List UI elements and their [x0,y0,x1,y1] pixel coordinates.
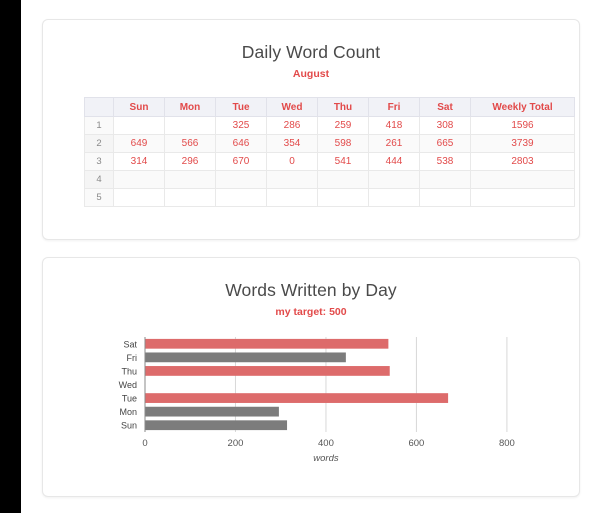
cell-sat[interactable] [419,170,471,189]
table-row[interactable]: 3 314 296 670 0 541 444 538 2803 [84,152,575,171]
bar-thu[interactable] [145,366,390,376]
cell-sat[interactable] [419,188,471,207]
cell-weekly-total[interactable]: 3739 [470,134,575,153]
table-row[interactable]: 1 325 286 259 418 308 1596 [84,116,575,135]
table-row[interactable]: 4 [84,170,575,189]
page-background: Daily Word Count August Sun Mon Tue Wed … [21,0,600,513]
cell-wed[interactable]: 354 [266,134,318,153]
y-tick-label-tue: Tue [122,394,137,404]
y-tick-label-sun: Sun [121,421,137,431]
cell-fri[interactable]: 444 [368,152,420,171]
cell-wed[interactable]: 286 [266,116,318,135]
x-axis-label: words [313,453,339,464]
y-tick-label-mon: Mon [119,407,137,417]
cell-tue[interactable] [215,170,267,189]
cell-sun[interactable] [113,116,165,135]
x-tick-label: 800 [499,438,515,449]
column-header-sat[interactable]: Sat [419,97,471,117]
y-tick-label-wed: Wed [119,380,137,390]
column-header-sun[interactable]: Sun [113,97,165,117]
cell-tue[interactable]: 325 [215,116,267,135]
column-header-mon[interactable]: Mon [164,97,216,117]
column-header-fri[interactable]: Fri [368,97,420,117]
cell-weekly-total[interactable] [470,170,575,189]
cell-tue[interactable] [215,188,267,207]
bar-mon[interactable] [145,406,279,417]
daily-word-count-card: Daily Word Count August Sun Mon Tue Wed … [42,19,580,240]
y-tick-label-sat: Sat [123,339,137,349]
cell-fri[interactable] [368,188,420,207]
column-header-thu[interactable]: Thu [317,97,369,117]
cell-sun[interactable] [113,170,165,189]
cell-thu[interactable] [317,170,369,189]
bar-tue[interactable] [145,393,449,403]
table-body: 1 325 286 259 418 308 1596 2 649 566 646… [84,116,575,207]
column-header-weekly-total[interactable]: Weekly Total [470,97,575,117]
cell-mon[interactable]: 566 [164,134,216,153]
cell-weekly-total[interactable] [470,188,575,207]
x-tick-label: 200 [228,438,244,449]
column-header-rownum[interactable] [84,97,114,117]
x-tick-label: 600 [408,438,424,449]
words-written-by-day-card: Words Written by Day my target: 500 Sat F… [42,257,580,497]
cell-sat[interactable]: 538 [419,152,471,171]
row-number: 1 [84,116,114,135]
cell-fri[interactable]: 418 [368,116,420,135]
column-header-tue[interactable]: Tue [215,97,267,117]
chart-card-subtitle: my target: 500 [275,306,347,318]
cell-tue[interactable]: 646 [215,134,267,153]
row-number: 4 [84,170,114,189]
left-gutter [0,0,21,513]
word-count-table-wrapper: Sun Mon Tue Wed Thu Fri Sat Weekly Total… [84,97,575,207]
table-card-title: Daily Word Count [241,42,381,62]
cell-fri[interactable] [368,170,420,189]
table-card-subtitle: August [292,68,330,80]
cell-weekly-total[interactable]: 1596 [470,116,575,135]
cell-mon[interactable] [164,116,216,135]
table-row[interactable]: 2 649 566 646 354 598 261 665 3739 [84,134,575,153]
cell-thu[interactable] [317,188,369,207]
cell-thu[interactable]: 598 [317,134,369,153]
y-tick-label-fri: Fri [127,353,138,363]
cell-wed[interactable]: 0 [266,152,318,171]
cell-tue[interactable]: 670 [215,152,267,171]
cell-weekly-total[interactable]: 2803 [470,152,575,171]
bar-sat[interactable] [145,338,389,349]
cell-mon[interactable]: 296 [164,152,216,171]
chart-card-title: Words Written by Day [225,280,397,300]
table-header-row: Sun Mon Tue Wed Thu Fri Sat Weekly Total [84,97,575,117]
cell-sun[interactable] [113,188,165,207]
cell-wed[interactable] [266,170,318,189]
row-number: 3 [84,152,114,171]
x-tick-label: 400 [318,438,334,449]
table-row[interactable]: 5 [84,188,575,207]
bar-chart-svg: Sat Fri Thu Wed Tue Mon Sun 0 200 400 600 800 words [119,337,515,464]
cell-sat[interactable]: 308 [419,116,471,135]
table-header: Sun Mon Tue Wed Thu Fri Sat Weekly Total [84,97,575,117]
cell-sun[interactable]: 649 [113,134,165,153]
x-tick-label: 0 [142,438,147,449]
cell-wed[interactable] [266,188,318,207]
cell-sat[interactable]: 665 [419,134,471,153]
bar-fri[interactable] [145,352,346,363]
bar-chart: Sat Fri Thu Wed Tue Mon Sun 0 200 400 600 800 words [43,333,581,493]
y-tick-label-thu: Thu [121,366,137,376]
cell-sun[interactable]: 314 [113,152,165,171]
cell-thu[interactable]: 259 [317,116,369,135]
column-header-wed[interactable]: Wed [266,97,318,117]
cell-mon[interactable] [164,170,216,189]
cell-thu[interactable]: 541 [317,152,369,171]
cell-mon[interactable] [164,188,216,207]
word-count-table: Sun Mon Tue Wed Thu Fri Sat Weekly Total… [84,97,575,207]
bar-sun[interactable] [145,420,288,431]
row-number: 2 [84,134,114,153]
row-number: 5 [84,188,114,207]
cell-fri[interactable]: 261 [368,134,420,153]
